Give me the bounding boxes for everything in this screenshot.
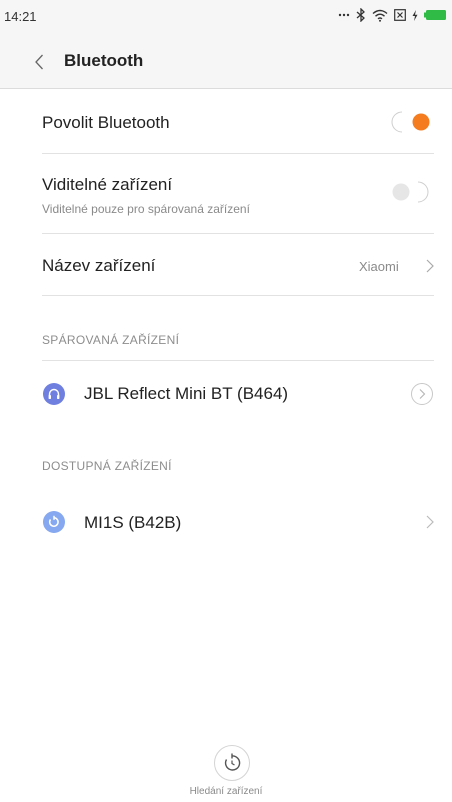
page-title: Bluetooth (64, 51, 144, 70)
chevron-left-icon (35, 54, 43, 70)
paired-device-name: JBL Reflect Mini BT (B464) (84, 384, 289, 403)
enable-bluetooth-label: Povolit Bluetooth (42, 113, 170, 132)
available-section-header: DOSTUPNÁ ZAŘÍZENÍ (42, 459, 172, 473)
chevron-circle-icon (411, 383, 433, 405)
available-device-name: MI1S (B42B) (84, 513, 182, 532)
status-icons (338, 6, 446, 24)
charging-icon (412, 9, 418, 21)
paired-section-header: SPÁROVANÁ ZAŘÍZENÍ (42, 333, 180, 347)
device-name-row[interactable]: Název zařízení Xiaomi (0, 234, 452, 296)
visible-device-row[interactable]: Viditelné zařízení Viditelné pouze pro s… (0, 154, 452, 234)
status-bar: 14:21 (0, 0, 452, 30)
paired-device-row[interactable]: JBL Reflect Mini BT (B464) (0, 361, 452, 427)
title-bar: Bluetooth (0, 40, 452, 84)
visible-device-sublabel: Viditelné pouze pro spárovaná zařízení (42, 202, 250, 216)
top-area: 14:21 Bluetooth (0, 0, 452, 89)
enable-bluetooth-toggle[interactable] (388, 108, 434, 136)
wifi-icon (372, 9, 388, 22)
device-details-button[interactable] (410, 382, 434, 406)
search-refresh-icon (214, 745, 250, 781)
sim-x-icon (394, 9, 406, 21)
back-button[interactable] (28, 50, 52, 74)
visible-device-label: Viditelné zařízení (42, 175, 173, 194)
status-time: 14:21 (4, 9, 37, 24)
divider (42, 295, 434, 296)
visible-device-toggle[interactable] (388, 178, 434, 206)
available-device-row[interactable]: MI1S (B42B) (0, 494, 452, 554)
search-devices-button[interactable] (213, 744, 251, 782)
headphones-icon (43, 383, 65, 405)
chevron-right-icon (426, 515, 434, 529)
device-name-value: Xiaomi (359, 259, 399, 274)
chevron-right-icon (426, 259, 434, 273)
more-dots-icon (338, 12, 350, 18)
battery-icon (424, 10, 446, 20)
device-name-label: Název zařízení (42, 256, 156, 275)
enable-bluetooth-row[interactable]: Povolit Bluetooth (0, 88, 452, 154)
bluetooth-icon (356, 8, 366, 22)
device-icon (43, 511, 65, 533)
search-devices-label: Hledání zařízení (189, 786, 263, 797)
